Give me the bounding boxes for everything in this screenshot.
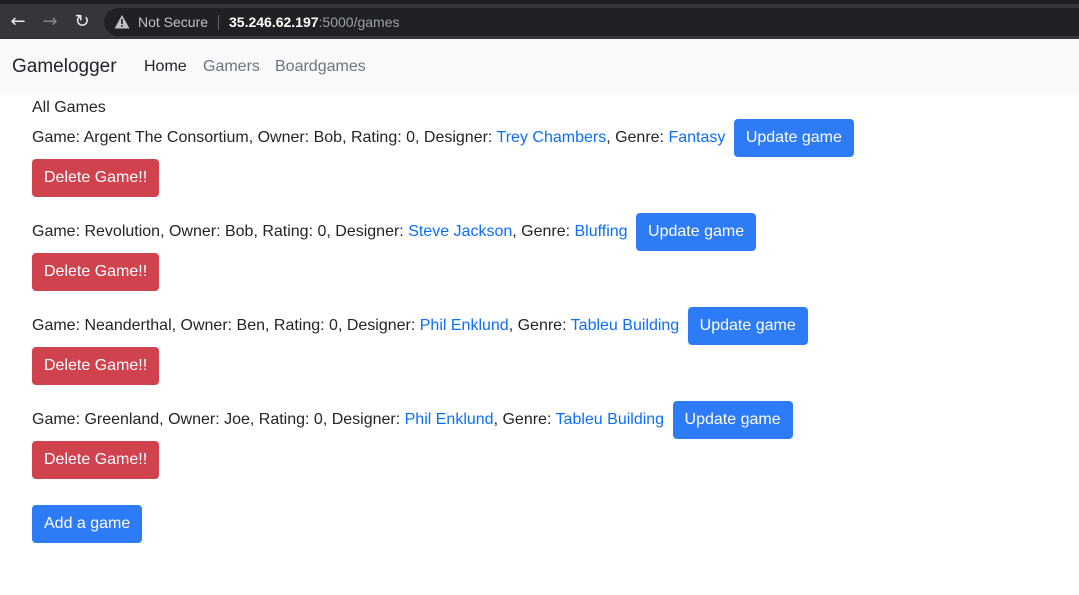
game-details: Game: Argent The Consortium, Owner: Bob,… (32, 119, 1032, 157)
nav-link-gamers[interactable]: Gamers (203, 58, 260, 76)
update-game-button[interactable]: Update game (733, 119, 854, 157)
url-host: 35.246.62.197 (229, 14, 319, 30)
delete-game-button[interactable]: Delete Game!! (32, 441, 160, 479)
update-game-button[interactable]: Update game (672, 401, 793, 439)
game-info-text: Game: Argent The Consortium, Owner: Bob,… (32, 129, 497, 147)
genre-link[interactable]: Tableu Building (571, 317, 680, 334)
genre-link[interactable]: Tableu Building (556, 411, 665, 428)
designer-link[interactable]: Phil Enklund (420, 317, 509, 334)
nav-link-boardgames[interactable]: Boardgames (275, 58, 366, 76)
back-arrow-icon[interactable]: ← (6, 10, 30, 34)
warning-icon (114, 15, 130, 29)
nav-link-home[interactable]: Home (144, 58, 187, 76)
game-info-text: Game: Greenland, Owner: Joe, Rating: 0, … (32, 411, 405, 429)
update-game-button[interactable]: Update game (636, 213, 757, 251)
reload-icon[interactable]: ↻ (70, 10, 94, 34)
address-bar[interactable]: Not Secure 35.246.62.197:5000/games (104, 8, 1079, 36)
game-item: Game: Revolution, Owner: Bob, Rating: 0,… (32, 213, 1032, 291)
genre-link[interactable]: Fantasy (668, 129, 725, 146)
game-details: Game: Revolution, Owner: Bob, Rating: 0,… (32, 213, 1032, 251)
site-navbar: Gamelogger Home Gamers Boardgames (0, 39, 1079, 95)
games-list: All Games Game: Argent The Consortium, O… (32, 97, 1032, 543)
genre-prefix-text: , Genre: (606, 129, 669, 147)
game-item: Game: Neanderthal, Owner: Ben, Rating: 0… (32, 307, 1032, 385)
game-details: Game: Greenland, Owner: Joe, Rating: 0, … (32, 401, 1032, 439)
url-text[interactable]: 35.246.62.197:5000/games (229, 14, 399, 30)
genre-prefix-text: , Genre: (512, 223, 575, 241)
genre-prefix-text: , Genre: (508, 317, 571, 335)
delete-game-button[interactable]: Delete Game!! (32, 253, 160, 291)
omnibox-divider (218, 15, 219, 30)
designer-link[interactable]: Phil Enklund (405, 411, 494, 428)
page-title: All Games (32, 99, 106, 116)
game-info-text: Game: Revolution, Owner: Bob, Rating: 0,… (32, 223, 409, 241)
brand-logo[interactable]: Gamelogger (12, 56, 117, 78)
delete-game-button[interactable]: Delete Game!! (32, 347, 160, 385)
designer-link[interactable]: Trey Chambers (497, 129, 607, 146)
add-game-button[interactable]: Add a game (32, 505, 143, 543)
game-info-text: Game: Neanderthal, Owner: Ben, Rating: 0… (32, 317, 420, 335)
game-details: Game: Neanderthal, Owner: Ben, Rating: 0… (32, 307, 1032, 345)
delete-game-button[interactable]: Delete Game!! (32, 159, 160, 197)
designer-link[interactable]: Steve Jackson (408, 223, 512, 240)
genre-prefix-text: , Genre: (493, 411, 556, 429)
browser-toolbar: ← → ↻ Not Secure 35.246.62.197:5000/game… (0, 0, 1079, 39)
url-path: :5000/games (318, 14, 400, 30)
game-item: Game: Greenland, Owner: Joe, Rating: 0, … (32, 401, 1032, 479)
genre-link[interactable]: Bluffing (575, 223, 628, 240)
security-label[interactable]: Not Secure (138, 14, 208, 30)
game-item: Game: Argent The Consortium, Owner: Bob,… (32, 119, 1032, 197)
forward-arrow-icon[interactable]: → (38, 10, 62, 34)
update-game-button[interactable]: Update game (687, 307, 808, 345)
